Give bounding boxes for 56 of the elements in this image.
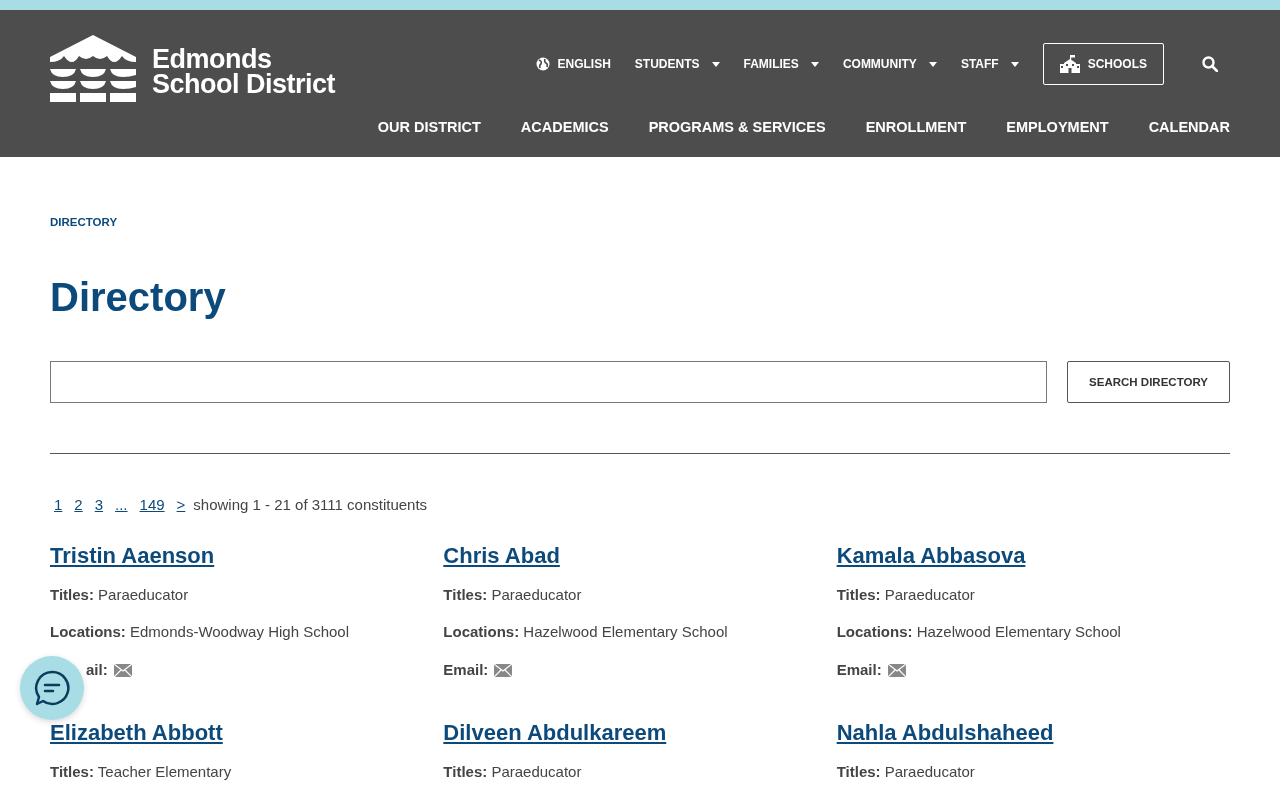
page-link[interactable]: 1	[54, 494, 63, 517]
field-text: Titles: Teacher Elementary	[50, 762, 233, 783]
envelope-icon[interactable]	[887, 663, 906, 677]
field-text: Titles: Paraeducator	[443, 762, 583, 783]
caret-icon	[1010, 61, 1019, 67]
results-summary: showing 1 - 21 of 3111 constituents	[193, 495, 428, 516]
page-link[interactable]: 149	[139, 494, 165, 517]
page-title: Directory	[50, 274, 227, 322]
page-link[interactable]: 3	[94, 494, 104, 517]
search-field[interactable]	[50, 361, 1048, 404]
nav-link[interactable]: OUR DISTRICT	[377, 117, 481, 139]
chat-icon	[33, 669, 71, 707]
nav-link[interactable]: FAMILIES	[743, 55, 819, 73]
nav-link[interactable]: EMPLOYMENT	[1006, 117, 1109, 139]
page-link[interactable]: 2	[74, 494, 83, 517]
search-icon[interactable]	[1202, 56, 1218, 72]
globe-icon	[535, 57, 550, 71]
caret-icon	[711, 61, 720, 67]
field-text: Titles: Paraeducator	[836, 762, 976, 783]
nav-link[interactable]: COMMUNITY	[842, 55, 937, 73]
person-name-link[interactable]: Elizabeth Abbott	[50, 716, 223, 750]
nav-link[interactable]: CALENDAR	[1148, 117, 1230, 139]
nav-link[interactable]: ENROLLMENT	[865, 117, 967, 139]
field-text: Titles: Paraeducator	[50, 584, 190, 605]
nav-link[interactable]: ACADEMICS	[520, 117, 609, 139]
logo-text[interactable]: Edmonds	[152, 47, 336, 72]
email-label: Email:	[443, 659, 489, 680]
nav-link[interactable]: ENGLISH	[535, 55, 611, 73]
search-directory-button[interactable]: SEARCH DIRECTORY	[1067, 361, 1230, 404]
person-name-link[interactable]: Tristin Aaenson	[50, 538, 215, 572]
person-name-link[interactable]: Nahla Abdulshaheed	[836, 716, 1054, 750]
field-text: Titles: Paraeducator	[443, 584, 583, 605]
schools-button[interactable]: SCHOOLS	[1042, 43, 1164, 85]
person-name-link[interactable]: Chris Abad	[443, 538, 560, 572]
logo-text[interactable]: School District	[152, 72, 336, 97]
nav-link[interactable]: STAFF	[960, 55, 1019, 73]
person-name-link[interactable]: Kamala Abbasova	[836, 538, 1026, 572]
page-link[interactable]: >	[176, 494, 186, 517]
caret-icon	[928, 61, 937, 67]
field-text: Locations: Edmonds-Woodway High School	[50, 622, 350, 643]
breadcrumb-link[interactable]: DIRECTORY	[50, 214, 1230, 232]
envelope-icon[interactable]	[494, 663, 513, 677]
nav-link[interactable]: PROGRAMS & SERVICES	[648, 117, 826, 139]
logo-icon	[50, 35, 136, 103]
email-label: Email:	[836, 659, 882, 680]
field-text: Locations: Hazelwood Elementary School	[836, 622, 1122, 643]
caret-icon	[810, 61, 819, 67]
page-link[interactable]: ...	[115, 494, 128, 517]
chat-button[interactable]	[20, 656, 84, 720]
field-text: Titles: Paraeducator	[836, 584, 976, 605]
nav-link[interactable]: STUDENTS	[634, 55, 720, 73]
person-name-link[interactable]: Dilveen Abdulkareem	[443, 716, 667, 750]
envelope-icon[interactable]	[113, 663, 132, 677]
field-text: Locations: Hazelwood Elementary School	[443, 622, 729, 643]
email-label: ail:	[86, 659, 108, 680]
school-icon	[1059, 55, 1080, 73]
